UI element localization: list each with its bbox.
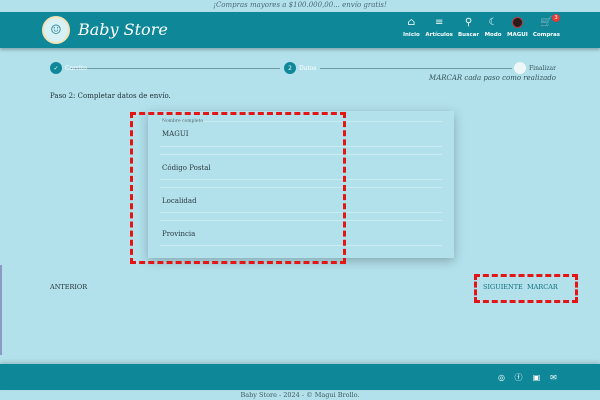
nav-label: Modo: [484, 32, 502, 38]
avatar-icon: [511, 17, 523, 28]
step-connector: [320, 68, 512, 69]
step-number: 2: [284, 62, 296, 74]
nav-item-inicio[interactable]: ⌂ Inicio: [402, 16, 420, 40]
nav-menu: ⌂ Inicio ≡ Artículos ⚲ Buscar ☾ Modo MAG…: [402, 14, 560, 40]
step-instruction: Paso 2: Completar datos de envío.: [50, 92, 171, 100]
filter-icon: ≡: [434, 17, 444, 28]
facebook-icon[interactable]: ⓕ: [514, 373, 523, 382]
logo-icon[interactable]: ☺: [42, 16, 70, 44]
cart-count-badge: 3: [552, 14, 560, 22]
top-navbar: ☺ Baby Store ⌂ Inicio ≡ Artículos ⚲ Busc…: [0, 12, 600, 48]
check-icon: ✓: [50, 62, 62, 74]
cart-icon: 🛒: [540, 17, 553, 28]
nav-item-compras[interactable]: 🛒 Compras 3: [532, 14, 560, 40]
moon-icon: ☾: [488, 17, 498, 28]
step-finalizar[interactable]: Finalizar: [514, 62, 556, 74]
back-button[interactable]: ANTERIOR: [50, 283, 87, 291]
copyright-text: Baby Store - 2024 - © Magui Brollo.: [240, 391, 360, 399]
brand-name[interactable]: Baby Store: [78, 20, 168, 39]
highlight-box-form: [130, 112, 346, 264]
instagram-icon[interactable]: ◎: [497, 373, 506, 382]
step-carrito[interactable]: ✓ Carrito: [50, 62, 87, 74]
step-label: Carrito: [65, 64, 87, 72]
nav-label: Compras: [532, 32, 560, 38]
step-label: Finalizar: [529, 64, 556, 72]
nav-item-buscar[interactable]: ⚲ Buscar: [458, 16, 479, 40]
step-datos[interactable]: 2 Datos: [284, 62, 317, 74]
step-connector: [70, 68, 280, 69]
highlight-box-buttons: [474, 274, 578, 303]
step-label: Datos: [299, 64, 317, 72]
linkedin-icon[interactable]: ▣: [532, 373, 541, 382]
nav-label: Inicio: [402, 32, 420, 38]
step-number: [514, 62, 526, 74]
search-icon: ⚲: [464, 17, 473, 28]
nav-label: Buscar: [457, 32, 480, 38]
step-hint: MARCAR cada paso como realizado: [429, 74, 556, 82]
nav-label: MAGUI: [507, 32, 528, 38]
nav-item-modo[interactable]: ☾ Modo: [484, 16, 502, 40]
nav-item-articulos[interactable]: ≡ Artículos: [425, 16, 453, 40]
nav-item-user[interactable]: MAGUI: [507, 16, 528, 40]
mail-icon[interactable]: ✉: [549, 373, 558, 382]
footer-bar: ◎ ⓕ ▣ ✉: [0, 364, 600, 390]
nav-label: Artículos: [425, 32, 453, 38]
home-icon: ⌂: [407, 17, 416, 28]
edge-strip: [0, 265, 2, 355]
promo-banner: ¡Compras mayores a $100.000,00... envío …: [0, 0, 600, 12]
